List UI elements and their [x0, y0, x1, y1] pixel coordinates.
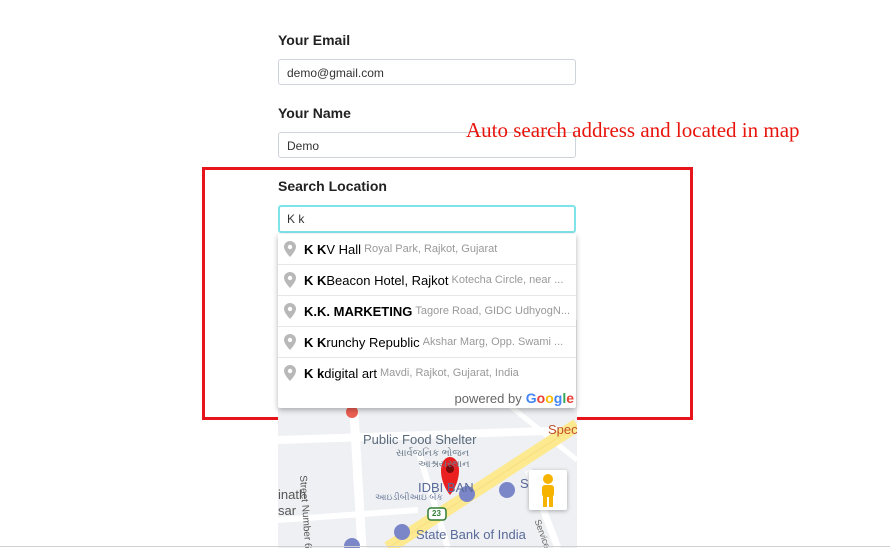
autocomplete-dropdown: K K V Hall Royal Park, Rajkot, Gujarat K …: [278, 234, 576, 408]
email-field[interactable]: demo@gmail.com: [278, 59, 576, 85]
suggestion-match: K K: [304, 272, 327, 288]
powered-by-text: powered by: [454, 390, 522, 406]
map-label-spec: Spec: [548, 422, 577, 437]
suggestion-rest: V Hall: [326, 241, 362, 257]
suggestion-item[interactable]: K K V Hall Royal Park, Rajkot, Gujarat: [278, 234, 576, 264]
suggestion-match: K K: [304, 241, 327, 257]
suggestion-rest: digital art: [324, 365, 377, 381]
map-label-public-food-shelter: Public Food Shelter: [363, 432, 477, 447]
search-location-input[interactable]: K k: [278, 205, 576, 233]
suggestion-secondary: Royal Park, Rajkot, Gujarat: [364, 243, 498, 255]
powered-by-google: powered by Google: [455, 390, 574, 406]
suggestion-item[interactable]: K.K. MARKETING Tagore Road, GIDC UdhyogN.…: [278, 295, 576, 326]
suggestion-item[interactable]: K k digital art Mavdi, Rajkot, Gujarat, I…: [278, 357, 576, 388]
page-bottom-divider: [0, 546, 890, 547]
suggestion-match: K.K. MARKETING: [304, 303, 413, 319]
map-label-s: S: [520, 476, 529, 491]
suggestion-list: K K V Hall Royal Park, Rajkot, Gujarat K …: [278, 234, 576, 388]
suggestion-item[interactable]: K Krunchy Republic Akshar Marg, Opp. Swam…: [278, 326, 576, 357]
annotation-text: Auto search address and located in map: [466, 118, 800, 142]
map-label-sar: sar: [278, 503, 297, 518]
suggestion-item[interactable]: K K Beacon Hotel, Rajkot Kotecha Circle, …: [278, 264, 576, 295]
suggestion-rest: runchy Republic: [326, 334, 420, 350]
map-pin-icon: [284, 303, 296, 319]
pegman-icon: [542, 474, 554, 507]
map-label-inath: inath: [278, 487, 307, 502]
map-pin-icon: [284, 241, 296, 257]
suggestion-rest: Beacon Hotel, Rajkot: [326, 272, 449, 288]
suggestion-secondary: Tagore Road, GIDC UdhyogN...: [415, 305, 571, 317]
map-label-state-bank: State Bank of India: [416, 527, 526, 542]
map-pin-icon: [284, 334, 296, 350]
map-pin-icon: [284, 272, 296, 288]
street-view-pegman-button[interactable]: [529, 470, 567, 510]
google-logo: Google: [525, 390, 574, 406]
suggestion-match: K K: [304, 334, 327, 350]
email-label: Your Email: [278, 32, 351, 48]
map-pin-icon: [284, 365, 296, 381]
suggestion-secondary: Akshar Marg, Opp. Swami ...: [422, 336, 564, 348]
suggestion-secondary: Mavdi, Rajkot, Gujarat, India: [379, 367, 519, 379]
suggestion-match: K k: [304, 365, 325, 381]
name-label: Your Name: [278, 105, 351, 121]
suggestion-secondary: Kotecha Circle, near ...: [451, 274, 564, 286]
search-location-label: Search Location: [278, 178, 387, 194]
map-label-route-23: 23: [432, 509, 441, 518]
map-label-public-food-shelter-gujarati-2: આશ્રયસ્થાન: [418, 459, 470, 470]
map-label-public-food-shelter-gujarati: સાર્વજનિક ભોજન: [396, 448, 470, 459]
map-label-idbi-bank-gujarati: આઇડીબીઆઇ બેંક: [375, 492, 443, 502]
